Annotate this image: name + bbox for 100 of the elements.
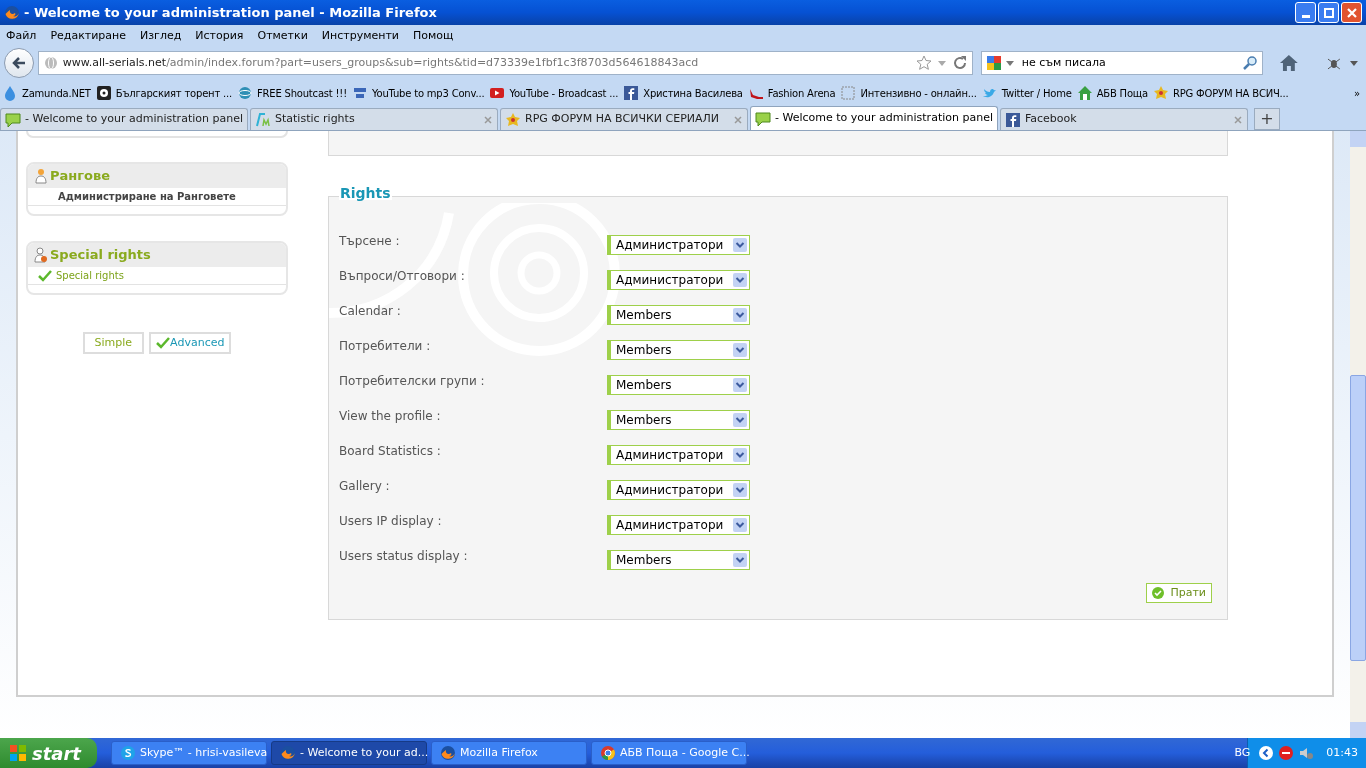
browser-tab[interactable]: Statistic rights — [250, 108, 498, 130]
dropdown[interactable]: Members — [607, 410, 750, 430]
url-text: www.all-serials.net/admin/index.forum?part=users_groups&sub=rights&tid=d73339e1fbf1c3f8703d564618843acd — [62, 54, 699, 71]
skype-icon — [120, 745, 136, 761]
star-icon[interactable] — [915, 55, 932, 71]
new-tab-button[interactable]: + — [1254, 108, 1280, 130]
taskbar-button[interactable]: АБВ Поща - Google C... — [591, 741, 747, 765]
setting-label: Users status display : — [339, 548, 469, 565]
back-arrow-icon — [10, 55, 27, 71]
menu-item[interactable]: Редактиране — [50, 27, 127, 45]
dropdown[interactable]: Администратори — [607, 480, 750, 500]
reload-icon[interactable] — [951, 55, 968, 71]
setting-label: Потребители : — [339, 338, 432, 355]
window-title: - Welcome to your administration panel - Mozilla Firefox — [24, 3, 437, 22]
dropdown[interactable]: Администратори — [607, 515, 750, 535]
badge-icon — [1152, 85, 1169, 101]
dropdown[interactable]: Members — [607, 550, 750, 570]
bookmark[interactable]: Българският торент ... — [95, 85, 232, 101]
more-bookmarks[interactable]: » — [1354, 85, 1360, 101]
restore-button[interactable] — [1318, 2, 1339, 23]
badge-icon — [505, 111, 521, 128]
check-circle-icon — [1152, 587, 1165, 599]
bookmark[interactable]: YouTube - Broadcast ... — [489, 85, 619, 101]
dropdown-icon[interactable] — [1350, 59, 1358, 67]
dropdown[interactable]: Members — [607, 375, 750, 395]
browser-tab[interactable]: - Welcome to your administration panel — [750, 106, 998, 130]
bookmark[interactable]: АБВ Поща — [1076, 85, 1148, 101]
globe-icon — [237, 85, 253, 101]
search-text: не съм писала — [1021, 54, 1106, 71]
bookmark[interactable]: RPG ФОРУМ НА ВСИЧ... — [1152, 85, 1289, 101]
bookmark[interactable]: Twitter / Home — [981, 85, 1072, 101]
speech-bubble-icon — [5, 111, 21, 128]
check-icon — [38, 268, 52, 283]
menu-item[interactable]: Изглед — [140, 27, 182, 45]
firefox-icon — [280, 745, 296, 761]
facebook-icon — [623, 85, 640, 101]
bookmark[interactable]: YouTube to mp3 Conv... — [351, 85, 485, 101]
firefox-icon — [440, 745, 456, 761]
search-icon[interactable] — [1241, 55, 1258, 71]
panel-title: Рангове — [50, 167, 111, 186]
chrome-icon — [600, 745, 616, 761]
globe-icon — [42, 55, 59, 71]
setting-label: Users IP display : — [339, 513, 443, 530]
dropdown[interactable]: Администратори — [607, 270, 750, 290]
bookmark[interactable]: Интензивно - онлайн... — [840, 85, 977, 101]
mode-button[interactable]: Advanced — [149, 332, 232, 354]
setting-label: View the profile : — [339, 408, 442, 425]
dropdown[interactable]: Администратори — [607, 235, 750, 255]
check-icon — [156, 336, 171, 350]
firefox-icon — [4, 4, 20, 21]
browser-tab[interactable]: Facebook — [1000, 108, 1248, 130]
facebook-icon — [1005, 111, 1021, 128]
page-icon — [840, 85, 857, 101]
music-icon — [351, 85, 368, 101]
bookmark[interactable]: FREE Shoutcast !!! — [237, 85, 347, 101]
dropdown[interactable]: Members — [607, 305, 750, 325]
panel-link[interactable]: Администриране на Ранговете — [28, 188, 286, 206]
close-icon — [1345, 6, 1358, 19]
panel-title: Special rights — [50, 246, 151, 265]
browser-tab[interactable]: - Welcome to your administration panel — [0, 108, 248, 130]
send-button[interactable]: Прати — [1146, 583, 1212, 603]
menu-item[interactable]: Отметки — [257, 27, 308, 45]
minimize-button[interactable] — [1295, 2, 1316, 23]
clock: 01:43 — [1326, 744, 1358, 761]
address-field[interactable]: www.all-serials.net/admin/index.forum?part=users_groups&sub=rights&tid=d73339e1fbf1c3f8703d564618843acd — [37, 51, 973, 75]
search-field[interactable]: не съм писала — [980, 51, 1263, 75]
browser-tab[interactable]: RPG ФОРУМ НА ВСИЧКИ СЕРИАЛИ — [500, 108, 748, 130]
taskbar-button[interactable]: Mozilla Firefox — [431, 741, 587, 765]
blocked-icon[interactable] — [1278, 745, 1295, 761]
setting-label: Въпроси/Отговори : — [339, 268, 466, 285]
bookmark[interactable]: Fashion Arena — [747, 85, 836, 101]
house-icon — [1076, 85, 1093, 101]
play-icon — [489, 85, 506, 101]
search-engine-icon[interactable] — [985, 55, 1002, 71]
back-button[interactable] — [4, 48, 34, 78]
drop-icon — [2, 85, 18, 101]
start-button[interactable]: start — [0, 738, 97, 768]
scrollbar[interactable] — [1350, 131, 1366, 738]
menu-item[interactable]: Инструменти — [321, 27, 399, 45]
dropdown-icon[interactable] — [1005, 59, 1014, 67]
close-button[interactable] — [1341, 2, 1362, 23]
menu-item[interactable]: История — [195, 27, 244, 45]
menu-item[interactable]: Помощ — [413, 27, 454, 45]
setting-label: Потребителски групи : — [339, 373, 486, 390]
home-icon[interactable] — [1278, 53, 1299, 73]
chevron-icon[interactable] — [1258, 745, 1275, 761]
bookmark[interactable]: Христина Василева — [623, 85, 743, 101]
taskbar-button[interactable]: - Welcome to your ad... — [271, 741, 427, 765]
setting-label: Board Statistics : — [339, 443, 442, 460]
language-indicator[interactable]: BG — [1234, 744, 1251, 762]
windows-logo-icon — [8, 743, 28, 763]
section-title: Rights — [339, 186, 392, 200]
taskbar-button[interactable]: Skype™ - hrisi-vasileva — [111, 741, 267, 765]
dropdown[interactable]: Members — [607, 340, 750, 360]
bookmark[interactable]: Zamunda.NET — [2, 85, 91, 101]
figure-icon — [34, 168, 48, 184]
dropdown[interactable]: Администратори — [607, 445, 750, 465]
figure-icon — [34, 247, 48, 263]
setting-label: Търсене : — [339, 233, 401, 250]
menu-item[interactable]: Файл — [6, 27, 37, 45]
